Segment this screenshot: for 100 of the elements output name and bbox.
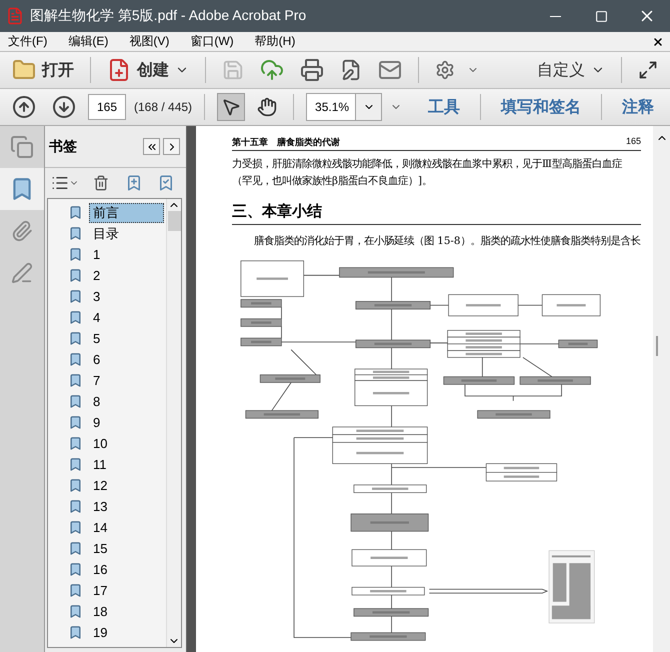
bookmark-item[interactable]: 12 (48, 475, 166, 496)
bookmark-item[interactable]: 7 (48, 370, 166, 391)
section-heading: 三、本章小结 (232, 202, 641, 225)
close-icon[interactable] (652, 36, 664, 48)
bookmark-icon (68, 541, 83, 556)
trash-icon (93, 175, 110, 191)
bookmark-label: 14 (92, 519, 108, 536)
bookmark-icon (68, 394, 83, 409)
expand-button[interactable] (163, 138, 180, 155)
bookmark-label: 8 (92, 393, 102, 410)
bookmark-item[interactable]: 17 (48, 580, 166, 601)
zoom-field[interactable]: 35.1% (307, 99, 356, 115)
bookmark-item[interactable]: 13 (48, 496, 166, 517)
bookmark-item[interactable]: 8 (48, 391, 166, 412)
page-number-field[interactable]: 165 (88, 94, 126, 120)
bookmark-item[interactable]: 11 (48, 454, 166, 475)
bookmark-label: 18 (92, 603, 108, 620)
mail-icon (378, 58, 402, 82)
bookmark-icon (68, 478, 83, 493)
bookmark-label: 7 (92, 372, 102, 389)
bookmark-label: 12 (92, 477, 108, 494)
pages-icon (10, 135, 34, 159)
hand-icon (257, 97, 278, 117)
pane-link[interactable]: 工具 (420, 96, 468, 118)
bookmark-item[interactable]: 2 (48, 265, 166, 286)
bookmark-icon (68, 562, 83, 577)
bookmark-icon (68, 457, 83, 472)
bookmark-icon (68, 310, 83, 325)
bookmark-label: 10 (92, 435, 108, 452)
bookmark-icon (68, 331, 83, 346)
new-file-icon (107, 58, 131, 82)
bookmark-label: 13 (92, 498, 108, 515)
bookmark-item[interactable]: 16 (48, 559, 166, 580)
bookmark-icon (68, 268, 83, 283)
bookmark-item[interactable]: 14 (48, 517, 166, 538)
bookmark-icon (68, 499, 83, 514)
bookmark-label: 16 (92, 561, 108, 578)
pane-link[interactable]: 填写和签名 (493, 96, 589, 118)
bookmark-label: 17 (92, 582, 108, 599)
bookmark-item[interactable]: 6 (48, 349, 166, 370)
printer-icon (300, 58, 324, 82)
bookmark-icon (68, 604, 83, 619)
bookmark-item[interactable]: 1 (48, 244, 166, 265)
window-title: 图解生物化学 第5版.pdf - Adobe Acrobat Pro (30, 7, 308, 25)
bookmark-icon (68, 352, 83, 367)
pane-link[interactable]: 注释 (614, 96, 662, 118)
bookmark-label: 2 (92, 267, 102, 284)
bookmark-icon (68, 226, 83, 241)
list-icon (51, 174, 69, 192)
bookmark-item[interactable]: 19 (48, 622, 166, 643)
bookmark-item[interactable]: 3 (48, 286, 166, 307)
bookmark-icon (68, 436, 83, 451)
bookmark-item[interactable]: 15 (48, 538, 166, 559)
scrollbar-thumb[interactable] (656, 336, 658, 356)
bookmark-label: 前言 (89, 202, 164, 222)
pdf-icon (6, 7, 24, 25)
bookmark-icon (68, 583, 83, 598)
bookmark-label: 3 (92, 288, 102, 305)
bookmark-item[interactable]: 10 (48, 433, 166, 454)
panel-title: 书签 (49, 138, 78, 156)
bookmark-icon (68, 247, 83, 262)
bookmark-item[interactable]: 5 (48, 328, 166, 349)
bookmark-item[interactable]: 18 (48, 601, 166, 622)
bookmark-label: 目录 (92, 224, 120, 242)
fullscreen-icon (638, 60, 658, 80)
bookmark-label: 9 (92, 414, 102, 431)
paperclip-icon (11, 220, 33, 242)
bookmark-item[interactable]: 4 (48, 307, 166, 328)
scrollbar-thumb[interactable] (168, 211, 180, 231)
page-count: (168 / 445) (134, 100, 192, 114)
running-head: 第十五章 膳食脂类的代谢 (232, 136, 340, 149)
bookmark-icon (68, 289, 83, 304)
bookmark-icon (68, 205, 83, 220)
bookmark-label: 1 (92, 246, 102, 263)
bookmark-label: 4 (92, 309, 102, 326)
create-button[interactable]: 创建 (103, 56, 193, 84)
paragraph: 力受损，肝脏清除微粒残骸功能降低，则微粒残骸在血浆中累积，见于Ⅲ型高脂蛋白血症（罕见，也叫做家族性β脂蛋白不良血症）]。 (232, 157, 623, 189)
menu-item[interactable]: 编辑(E) (62, 32, 114, 50)
select-tool-button[interactable] (217, 93, 246, 121)
bookmark-item[interactable]: 前言 (48, 202, 166, 223)
menu-item[interactable]: 窗口(W) (184, 32, 240, 50)
pen-document-icon (340, 59, 362, 81)
zoom-combo-box[interactable]: 35.1% (306, 93, 382, 121)
bookmark-icon (68, 520, 83, 535)
menu-item[interactable]: 视图(V) (123, 32, 176, 50)
folder-icon (12, 58, 36, 82)
bookmark-item[interactable]: 目录 (48, 223, 166, 244)
bookmark-item[interactable]: 9 (48, 412, 166, 433)
customize-button[interactable]: 自定义 (533, 58, 609, 82)
pen-icon (11, 262, 33, 284)
menu-item[interactable]: 帮助(H) (248, 32, 302, 50)
settings-icon (435, 60, 455, 80)
cloud-upload-icon (260, 58, 284, 82)
collapse-button[interactable] (143, 138, 160, 155)
save-icon (222, 59, 244, 81)
open-button[interactable]: 打开 (8, 56, 78, 84)
bookmark-label: 6 (92, 351, 102, 368)
cursor-icon (221, 97, 242, 117)
bookmark-label: 5 (92, 330, 102, 347)
menu-item[interactable]: 文件(F) (2, 32, 54, 50)
